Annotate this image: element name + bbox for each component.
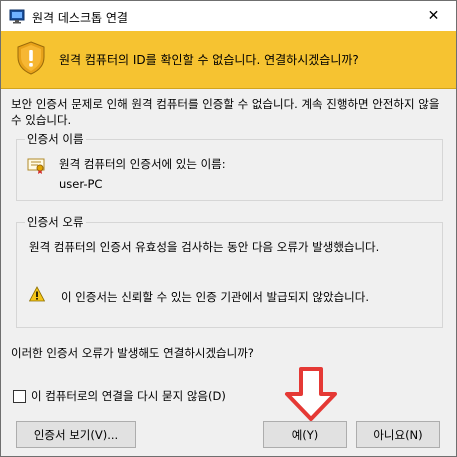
security-shield-icon [17, 41, 45, 75]
cert-error-legend: 인증서 오류 [25, 214, 86, 230]
cert-error-text: 원격 컴퓨터의 인증서 유효성을 검사하는 동안 다음 오류가 발생했습니다. [29, 240, 380, 254]
cert-name-legend: 인증서 이름 [25, 131, 86, 147]
cert-name-label: 원격 컴퓨터의 인증서에 있는 이름: [59, 157, 226, 171]
title-bar: 원격 데스크톱 연결 ✕ [1, 1, 456, 31]
cert-error-group: 인증서 오류 원격 컴퓨터의 인증서 유효성을 검사하는 동안 다음 오류가 발… [16, 214, 443, 328]
window-title: 원격 데스크톱 연결 [32, 11, 128, 25]
yes-button[interactable]: 예(Y) [263, 421, 347, 448]
view-certificate-button[interactable]: 인증서 보기(V)... [16, 421, 136, 448]
rdp-certificate-dialog: 원격 데스크톱 연결 ✕ 원격 컴퓨터의 ID를 확인할 수 없습니다. 연결하… [0, 0, 457, 457]
close-button[interactable]: ✕ [411, 1, 456, 31]
banner-message: 원격 컴퓨터의 ID를 확인할 수 없습니다. 연결하시겠습니까? [59, 53, 359, 67]
checkbox-label: 이 컴퓨터로의 연결을 다시 묻지 않음(D) [31, 389, 226, 403]
remote-desktop-icon [9, 9, 25, 24]
no-button[interactable]: 아니요(N) [356, 421, 440, 448]
warning-banner: 원격 컴퓨터의 ID를 확인할 수 없습니다. 연결하시겠습니까? [1, 31, 456, 89]
dont-ask-again-checkbox[interactable]: 이 컴퓨터로의 연결을 다시 묻지 않음(D) [13, 388, 226, 404]
cert-name-group: 인증서 이름 원격 컴퓨터의 인증서에 있는 이름: user-PC [16, 131, 443, 201]
certificate-icon [27, 158, 45, 174]
warning-icon [29, 286, 45, 302]
close-icon: ✕ [427, 8, 440, 24]
cert-name-value: user-PC [59, 177, 103, 191]
connect-question: 이러한 인증서 오류가 발생해도 연결하시겠습니까? [11, 346, 254, 360]
cert-warning-text: 이 인증서는 신뢰할 수 있는 인증 기관에서 발급되지 않았습니다. [61, 290, 369, 304]
red-arrow-down-icon [285, 367, 337, 421]
checkbox-box[interactable] [13, 389, 26, 403]
intro-text: 보안 인증서 문제로 인해 원격 컴퓨터를 인증할 수 없습니다. 계속 진행하… [11, 97, 440, 127]
